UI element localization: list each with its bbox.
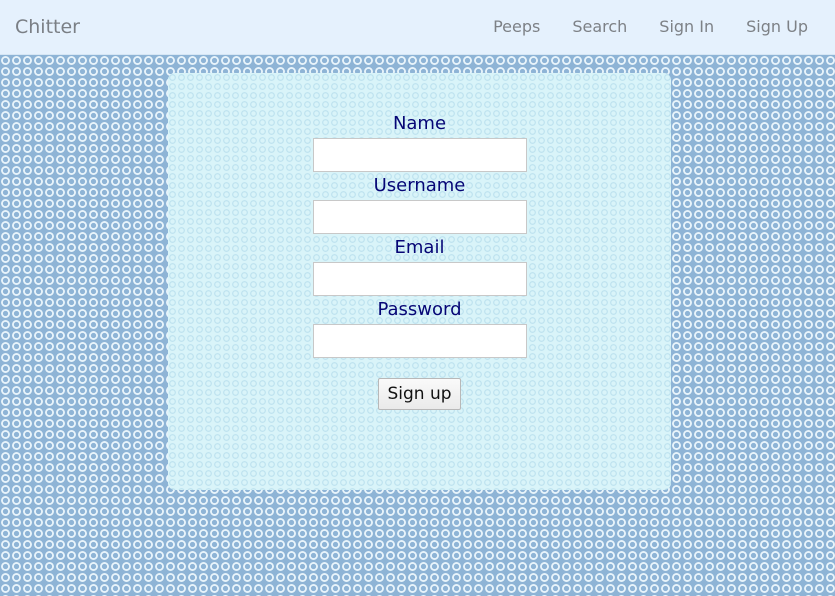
nav-link-search[interactable]: Search — [572, 16, 627, 38]
name-input[interactable] — [313, 138, 527, 172]
nav-link-peeps[interactable]: Peeps — [493, 16, 540, 38]
nav-link-sign-in[interactable]: Sign In — [659, 16, 714, 38]
password-label: Password — [377, 299, 462, 320]
name-label: Name — [392, 113, 447, 134]
nav-links: Peeps Search Sign In Sign Up — [493, 16, 808, 38]
email-input[interactable] — [313, 262, 527, 296]
signup-panel: Name Username Email Password Sign up — [168, 73, 671, 490]
username-label: Username — [373, 175, 466, 196]
brand-link[interactable]: Chitter — [15, 15, 80, 39]
password-input[interactable] — [313, 324, 527, 358]
nav-link-sign-up[interactable]: Sign Up — [746, 16, 808, 38]
username-input[interactable] — [313, 200, 527, 234]
sign-up-button[interactable]: Sign up — [378, 378, 461, 410]
email-label: Email — [394, 237, 445, 258]
top-navbar: Chitter Peeps Search Sign In Sign Up — [0, 0, 835, 55]
